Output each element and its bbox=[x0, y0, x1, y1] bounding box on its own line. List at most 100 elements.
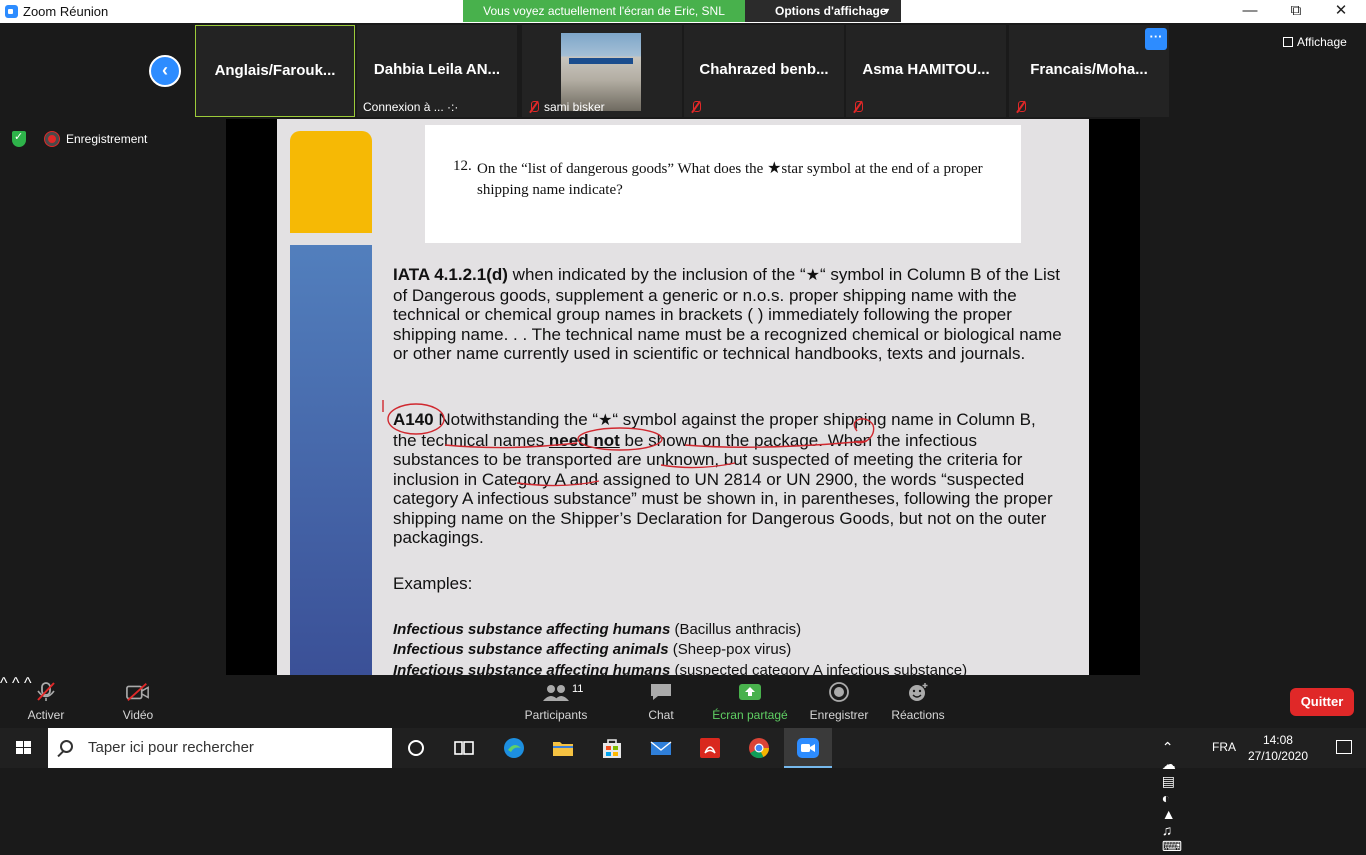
video-off-icon bbox=[126, 683, 149, 701]
recording-label[interactable]: Enregistrement bbox=[66, 132, 147, 146]
video-button[interactable]: Vidéo bbox=[108, 675, 168, 728]
example-item: Infectious substance affecting humans (s… bbox=[393, 662, 967, 675]
participant-tile[interactable]: Anglais/Farouk... bbox=[195, 25, 355, 117]
example-bold: Infectious substance affecting humans bbox=[393, 621, 671, 638]
reactions-label: Réactions bbox=[891, 708, 945, 722]
participant-tile[interactable]: Dahbia Leila AN... Connexion à ... ·:· bbox=[357, 25, 517, 117]
reactions-button[interactable]: Réactions bbox=[886, 675, 950, 728]
view-options-button[interactable]: Options d'affichage ▼ bbox=[745, 0, 901, 22]
unmute-button[interactable]: Activer bbox=[16, 675, 76, 728]
question-text: On the “list of dangerous goods” What do… bbox=[477, 158, 997, 201]
a140-text: Notwithstanding the “ bbox=[433, 410, 599, 429]
iata-reference: IATA 4.1.2.1(d) bbox=[393, 265, 508, 284]
participant-name: Anglais/Farouk... bbox=[214, 62, 336, 79]
edge-icon bbox=[504, 738, 524, 758]
mail-taskbar-app[interactable] bbox=[637, 728, 685, 768]
unmute-label: Activer bbox=[27, 708, 65, 722]
muted-mic-icon bbox=[690, 100, 702, 114]
previous-page-button[interactable]: ‹ bbox=[149, 55, 181, 87]
start-button[interactable] bbox=[0, 728, 48, 768]
search-icon bbox=[60, 740, 73, 753]
record-label: Enregistrer bbox=[809, 708, 869, 722]
reactions-icon bbox=[909, 683, 928, 701]
chat-icon bbox=[651, 684, 671, 700]
cortana-button[interactable] bbox=[392, 728, 440, 768]
participants-count: 11 bbox=[572, 683, 584, 695]
participant-tile[interactable]: sami bisker bbox=[522, 25, 682, 117]
edge-taskbar-app[interactable] bbox=[490, 728, 538, 768]
clock[interactable]: 14:08 27/10/2020 bbox=[1248, 732, 1308, 764]
audio-options-caret[interactable]: ^ bbox=[0, 675, 8, 692]
maximize-button[interactable]: ⧉ bbox=[1273, 0, 1319, 23]
participant-name: Francais/Moha... bbox=[1030, 61, 1148, 78]
question-number: 12. bbox=[453, 158, 472, 174]
task-view-icon bbox=[454, 741, 474, 755]
view-label: Affichage bbox=[1297, 35, 1347, 49]
recording-icon bbox=[45, 132, 59, 146]
input-language[interactable]: FRA bbox=[1212, 740, 1236, 754]
pdf-icon bbox=[700, 738, 720, 758]
chrome-taskbar-app[interactable] bbox=[735, 728, 783, 768]
tray-icons[interactable]: ⌃ ☁ ▤ ◐ ▲ ♫ ⌨ bbox=[1162, 739, 1190, 855]
example-rest: (suspected category A infectious substan… bbox=[670, 662, 968, 675]
examples-heading: Examples: bbox=[393, 574, 473, 593]
example-item: Infectious substance affecting animals (… bbox=[393, 641, 791, 658]
notifications-icon[interactable] bbox=[1336, 740, 1352, 754]
close-window-button[interactable]: ✕ bbox=[1318, 0, 1364, 23]
participant-tile[interactable]: Asma HAMITOU... bbox=[846, 25, 1006, 117]
shared-screen: 12. On the “list of dangerous goods” Wha… bbox=[226, 119, 1140, 675]
taskbar-search-input[interactable]: Taper ici pour rechercher bbox=[48, 728, 392, 768]
clock-date: 27/10/2020 bbox=[1247, 749, 1308, 763]
participant-name: sami bisker bbox=[544, 100, 605, 114]
video-label: Vidéo bbox=[122, 708, 154, 722]
chrome-icon bbox=[749, 738, 770, 759]
muted-mic-icon bbox=[1015, 100, 1027, 114]
zoom-taskbar-app[interactable] bbox=[784, 728, 832, 768]
a140-emphasis: need not bbox=[548, 430, 620, 450]
participant-name: Dahbia Leila AN... bbox=[373, 61, 501, 78]
view-options-label: Options d'affichage bbox=[775, 4, 887, 18]
store-taskbar-app[interactable] bbox=[588, 728, 636, 768]
leave-meeting-button[interactable]: Quitter bbox=[1290, 688, 1354, 716]
zoom-icon bbox=[797, 738, 819, 758]
folder-icon bbox=[553, 742, 573, 756]
iata-text: when indicated by the inclusion of the “ bbox=[507, 265, 806, 284]
zoom-app-icon bbox=[5, 5, 18, 18]
a140-reference: A140 bbox=[393, 410, 434, 429]
windows-taskbar: Taper ici pour rechercher ⌃ ☁ ▤ ◐ ▲ ♫ ⌨ … bbox=[0, 728, 1366, 854]
example-item: Infectious substance affecting humans (B… bbox=[393, 621, 801, 638]
slide-decoration-yellow bbox=[290, 131, 372, 233]
file-explorer-taskbar-app[interactable] bbox=[539, 728, 587, 768]
chevron-down-icon: ▼ bbox=[882, 6, 891, 16]
minimize-button[interactable]: — bbox=[1227, 0, 1273, 23]
star-icon: ★ bbox=[598, 412, 613, 429]
record-icon bbox=[829, 682, 849, 702]
participants-label: Participants bbox=[524, 708, 588, 722]
chat-label: Chat bbox=[648, 708, 674, 722]
clock-time: 14:08 bbox=[1262, 733, 1293, 747]
muted-mic-icon bbox=[528, 100, 540, 114]
record-button[interactable]: Enregistrer bbox=[806, 675, 872, 728]
search-placeholder: Taper ici pour rechercher bbox=[88, 739, 254, 756]
star-icon: ★ bbox=[805, 267, 820, 284]
chat-button[interactable]: Chat bbox=[630, 675, 692, 728]
participants-button[interactable]: 11 Participants bbox=[520, 675, 592, 728]
muted-mic-icon bbox=[852, 100, 864, 114]
view-button[interactable]: Affichage bbox=[1283, 35, 1347, 49]
participant-tile[interactable]: Chahrazed benb... bbox=[684, 25, 844, 117]
title-bar: Zoom Réunion Vous voyez actuellement l'é… bbox=[0, 0, 1366, 23]
task-view-button[interactable] bbox=[440, 728, 488, 768]
share-screen-button[interactable]: Écran partagé bbox=[708, 675, 792, 728]
acrobat-taskbar-app[interactable] bbox=[686, 728, 734, 768]
windows-logo-icon bbox=[16, 741, 32, 755]
store-icon bbox=[603, 739, 621, 758]
share-screen-label: Écran partagé bbox=[712, 708, 788, 722]
connection-status: Connexion à ... ·:· bbox=[363, 100, 459, 114]
security-shield-icon[interactable] bbox=[12, 130, 26, 147]
question-part: On the “list of dangerous goods” What do… bbox=[477, 161, 764, 177]
participants-icon bbox=[543, 685, 569, 701]
more-options-button[interactable]: ··· bbox=[1145, 28, 1167, 50]
question-box: 12. On the “list of dangerous goods” Wha… bbox=[425, 125, 1021, 243]
muted-mic-icon bbox=[37, 682, 55, 701]
grid-icon bbox=[1283, 37, 1293, 47]
